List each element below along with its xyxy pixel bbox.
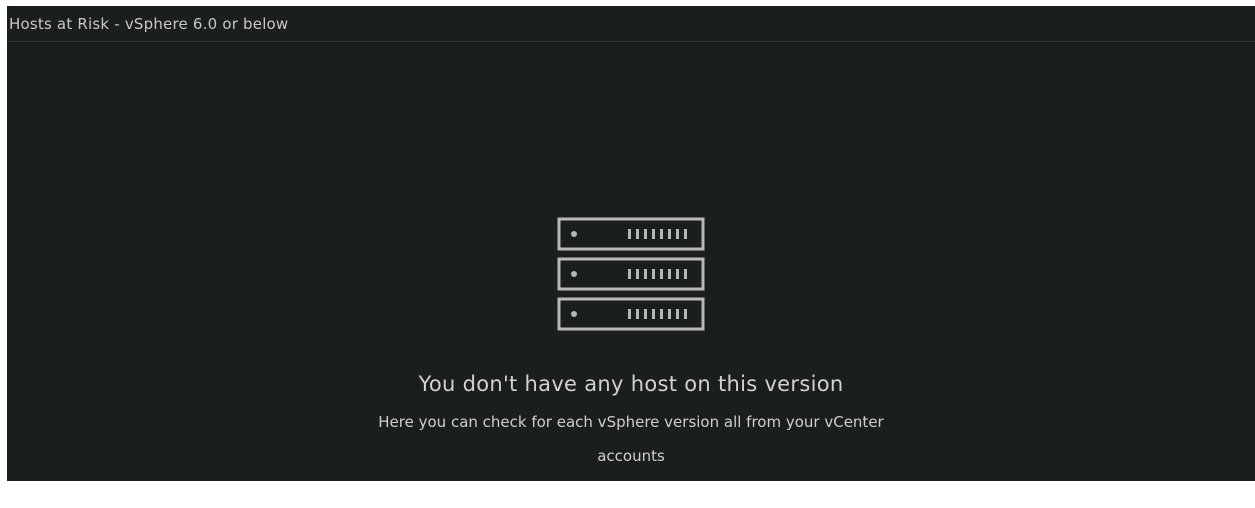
empty-state-heading: You don't have any host on this version: [418, 372, 844, 396]
empty-state: You don't have any host on this version …: [7, 216, 1255, 473]
panel-title: Hosts at Risk - vSphere 6.0 or below: [9, 14, 289, 33]
hosts-at-risk-panel: Hosts at Risk - vSphere 6.0 or below You…: [7, 0, 1255, 481]
panel-header: Hosts at Risk - vSphere 6.0 or below: [7, 6, 1255, 42]
empty-state-description: Here you can check for each vSphere vers…: [378, 413, 884, 465]
server-rack-icon: [557, 217, 705, 331]
